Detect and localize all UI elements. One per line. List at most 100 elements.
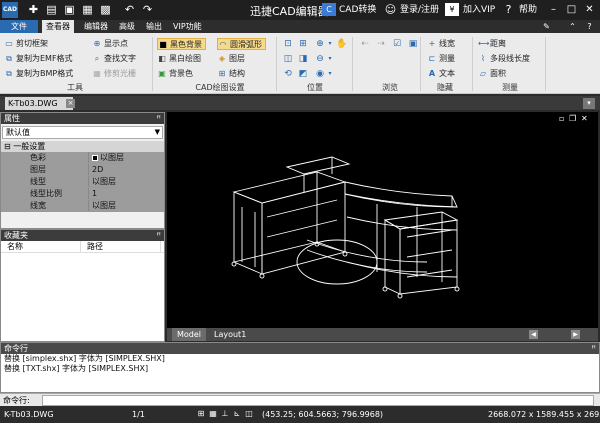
- snap-icon[interactable]: ⊞: [196, 409, 206, 419]
- vip-yen-icon[interactable]: ¥: [445, 3, 459, 16]
- join-vip-button[interactable]: 加入VIP: [463, 3, 495, 17]
- property-row[interactable]: 线型 以图层: [1, 176, 164, 188]
- properties-selector[interactable]: 默认值 ▼: [2, 126, 163, 139]
- drawing-canvas[interactable]: ▫ ❐ ✕: [167, 112, 598, 328]
- browse-forward-icon[interactable]: ⇢: [375, 38, 387, 50]
- tab-editor[interactable]: 编辑器: [80, 20, 112, 33]
- scroll-left-icon[interactable]: ◀: [529, 330, 538, 339]
- view-left-icon[interactable]: ◫: [282, 53, 294, 65]
- smooth-arc-toggle[interactable]: ◠ 圆滑弧形: [217, 38, 266, 50]
- browse-check-icon[interactable]: ☑: [391, 38, 403, 50]
- undo-icon[interactable]: ↶: [123, 3, 136, 16]
- print-icon[interactable]: ▩: [99, 3, 112, 16]
- new-file-icon[interactable]: ✚: [27, 3, 40, 16]
- command-input-row: 命令行:: [0, 393, 600, 406]
- area-button[interactable]: ▱ 面积: [478, 68, 506, 80]
- tab-layout1[interactable]: Layout1: [209, 328, 251, 341]
- save-as-icon[interactable]: ▦: [81, 3, 94, 16]
- command-input[interactable]: [42, 395, 594, 406]
- background-color-button[interactable]: ▣ 背景色: [157, 68, 193, 80]
- zoom-out-dropdown-icon[interactable]: ▾: [324, 53, 336, 65]
- browse-back-icon[interactable]: ⇠: [359, 38, 371, 50]
- find-text-button[interactable]: ⌕ 查找文字: [92, 53, 136, 65]
- line-width-toggle[interactable]: + 线宽: [427, 38, 455, 50]
- black-background-toggle[interactable]: ■ 黑色背景: [157, 38, 206, 50]
- property-row[interactable]: 线宽 以图层: [1, 200, 164, 212]
- open-folder-icon[interactable]: ▤: [45, 3, 58, 16]
- canvas-restore-icon[interactable]: ❐: [569, 114, 576, 123]
- tab-model[interactable]: Model: [172, 328, 207, 341]
- color-swatch: [92, 155, 98, 161]
- polyline-length-icon: ⌇: [481, 54, 485, 63]
- close-tab-icon[interactable]: ×: [66, 99, 75, 108]
- zoom-extents-icon[interactable]: ⊞: [297, 38, 309, 50]
- osnap-icon[interactable]: ◫: [244, 409, 254, 419]
- column-header-path[interactable]: 路径: [81, 241, 161, 252]
- tab-list-dropdown-icon[interactable]: ▾: [583, 98, 595, 109]
- pin-icon[interactable]: ꟸ: [591, 343, 596, 354]
- canvas-close-icon[interactable]: ✕: [581, 114, 588, 123]
- view-dropdown-icon[interactable]: ▾: [324, 68, 336, 80]
- view-right-icon[interactable]: ◨: [297, 53, 309, 65]
- pan-hand-icon[interactable]: ✋: [336, 38, 348, 50]
- help-button[interactable]: 帮助: [519, 3, 537, 17]
- text-toggle[interactable]: A 文本: [427, 68, 455, 80]
- login-register-link[interactable]: 登录/注册: [400, 3, 439, 17]
- structure-button[interactable]: ⊞ 结构: [217, 68, 245, 80]
- favorites-header: 收藏夹 ꟸ: [1, 230, 164, 241]
- layers-icon: ◈: [218, 54, 226, 63]
- copy-bmp-button[interactable]: ⧉ 复制为BMP格式: [4, 68, 73, 80]
- tab-advanced[interactable]: 高级: [115, 20, 139, 33]
- minimize-button[interactable]: –: [545, 2, 562, 17]
- polar-icon[interactable]: ⊾: [232, 409, 242, 419]
- property-row[interactable]: 图层 2D: [1, 164, 164, 176]
- tab-viewer[interactable]: 查看器: [42, 20, 74, 33]
- pin-icon[interactable]: ꟸ: [156, 230, 161, 241]
- tab-output[interactable]: 输出: [142, 20, 166, 33]
- favorites-column-headers: 名称 路径: [1, 241, 164, 253]
- ortho-icon[interactable]: ⊥: [220, 409, 230, 419]
- black-white-icon: ◧: [158, 54, 166, 63]
- zoom-window-icon[interactable]: ⊡: [282, 38, 294, 50]
- grid-icon[interactable]: ▦: [208, 409, 218, 419]
- about-icon[interactable]: ?: [583, 20, 596, 33]
- layers-button[interactable]: ◈ 图层: [217, 53, 245, 65]
- zoom-in-dropdown-icon[interactable]: ▾: [324, 38, 336, 50]
- copy-emf-button[interactable]: ⧉ 复制为EMF格式: [4, 53, 72, 65]
- distance-button[interactable]: ⟷ 距离: [478, 38, 506, 50]
- cad-convert-icon[interactable]: C: [322, 3, 336, 16]
- general-settings-section[interactable]: ⊟ 一般设置: [1, 141, 164, 152]
- redo-icon[interactable]: ↷: [141, 3, 154, 16]
- file-menu[interactable]: 文件: [0, 20, 38, 33]
- trim-raster-button[interactable]: ▦ 修剪光栅: [92, 68, 136, 80]
- property-row[interactable]: 色彩 以图层: [1, 152, 164, 164]
- orbit-icon[interactable]: ⟲: [282, 68, 294, 80]
- tab-vip-features[interactable]: VIP功能: [169, 20, 206, 33]
- cad-convert-button[interactable]: CAD转换: [339, 3, 376, 17]
- group-separator: [352, 37, 353, 91]
- browse-map-icon[interactable]: ▣: [407, 38, 419, 50]
- ribbon-panel: ▭ 剪切框架 ⧉ 复制为EMF格式 ⧉ 复制为BMP格式 ⊕ 显示点 ⌕ 查找文字 ▦ 修剪…: [0, 33, 600, 94]
- scroll-right-icon[interactable]: ▶: [571, 330, 580, 339]
- measure-toggle[interactable]: ⊏ 测量: [427, 53, 455, 65]
- pin-icon[interactable]: ꟸ: [156, 113, 161, 124]
- copy-bmp-icon: ⧉: [6, 69, 12, 78]
- document-tab-bar: K-Tb03.DWG ×: [0, 96, 600, 110]
- user-icon[interactable]: ☺: [384, 3, 397, 16]
- ribbon-toggle-icon[interactable]: ⌃: [566, 20, 579, 33]
- skin-brush-icon[interactable]: ✎: [540, 20, 553, 33]
- show-points-button[interactable]: ⊕ 显示点: [92, 38, 128, 50]
- help-icon[interactable]: ?: [502, 3, 515, 16]
- black-white-drawing-button[interactable]: ◧ 黑白绘图: [157, 53, 201, 65]
- maximize-button[interactable]: □: [563, 2, 580, 17]
- document-tab[interactable]: K-Tb03.DWG ×: [5, 97, 75, 110]
- view-3d-icon[interactable]: ◩: [297, 68, 309, 80]
- save-icon[interactable]: ▣: [63, 3, 76, 16]
- background-color-icon: ▣: [158, 69, 166, 78]
- polyline-length-button[interactable]: ⌇ 多段线长度: [478, 53, 530, 65]
- property-row[interactable]: 线型比例 1: [1, 188, 164, 200]
- clip-frame-button[interactable]: ▭ 剪切框架: [4, 38, 48, 50]
- column-header-name[interactable]: 名称: [1, 241, 81, 252]
- canvas-minimize-icon[interactable]: ▫: [559, 114, 564, 123]
- close-window-button[interactable]: ✕: [581, 2, 598, 17]
